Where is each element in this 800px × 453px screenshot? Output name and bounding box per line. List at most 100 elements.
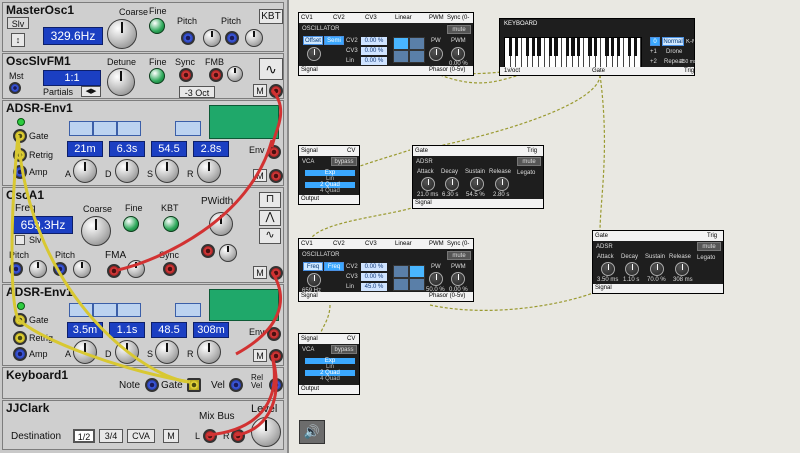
black-key[interactable] [576,38,581,56]
output-jack[interactable] [269,266,283,280]
mute-button[interactable]: mute [697,242,721,251]
detune-knob[interactable] [107,68,135,96]
cv-input[interactable]: CV [347,146,355,156]
freq-mode-button[interactable]: Freq [324,262,344,271]
black-key[interactable] [548,38,553,56]
attack-knob[interactable] [73,159,97,183]
octave-button[interactable]: -3 Oct [179,86,215,98]
repeat-time[interactable]: 250 ms [680,59,696,65]
pitch-knob-2[interactable] [245,29,263,47]
black-key[interactable] [554,38,558,56]
gate-input-jack[interactable] [13,313,27,327]
release-shape-button[interactable] [117,303,141,317]
black-key[interactable] [531,38,536,56]
left-input-jack[interactable] [203,429,217,443]
pitch-input-jack-1[interactable] [181,31,195,45]
output-jack[interactable] [269,349,283,363]
pwm-input[interactable]: PWM [429,239,444,249]
preset-label[interactable]: K-Mix A... [686,39,694,45]
sustain-knob[interactable] [470,177,484,191]
piano-keys[interactable] [504,37,642,69]
square-wave-button[interactable] [409,37,425,50]
sine-wave-button[interactable]: ∿ [259,228,281,244]
black-key[interactable] [605,38,609,56]
cv3-input[interactable]: CV3 [365,13,377,23]
env-mode-button[interactable] [175,121,201,136]
curve-4quad[interactable]: 4 Quad [305,188,355,194]
amp-input-jack[interactable] [13,347,27,361]
fine-knob[interactable] [149,68,165,84]
level-knob[interactable] [251,417,281,447]
lin-value[interactable]: 0.00 % [361,57,387,65]
pitch-input-jack-1[interactable] [9,262,23,276]
attack-knob[interactable] [421,177,435,191]
master-input-jack[interactable] [9,82,21,94]
octave-plus2-button[interactable]: +2 [650,59,657,65]
square-wave-button[interactable] [409,265,425,278]
gate-input[interactable]: Gate [595,231,608,241]
cv2-value[interactable]: 0.00 % [361,37,387,45]
coarse-knob[interactable] [107,19,137,49]
signal-input[interactable]: Signal [301,146,318,156]
black-key[interactable] [633,38,638,56]
vca-curve-list[interactable]: Exp Lin 2 Quad 4 Quad [305,170,355,194]
pw-knob[interactable] [429,47,443,61]
trig-input[interactable]: Trig [707,231,717,241]
sync-input-jack[interactable] [179,68,193,82]
pitch-input-jack-2[interactable] [53,262,67,276]
trig-input[interactable]: Trig [527,146,537,156]
triangle-wave-button[interactable] [393,50,409,63]
destination-option-1-2[interactable]: 1/2 [73,429,95,443]
cv2-value[interactable]: 0.00 % [361,263,387,271]
fmb-input-jack[interactable] [209,68,223,82]
triangle-wave-button[interactable]: ⋀ [259,210,281,226]
normal-mode-button[interactable]: Normal [662,37,684,46]
output-jack[interactable] [269,84,283,98]
lin-value[interactable]: 45.0 % [361,283,387,291]
curve-4quad[interactable]: 4 Quad [305,376,355,382]
env-output-jack[interactable] [267,145,281,159]
pwm-knob[interactable] [451,272,465,286]
signal-output[interactable]: Signal [301,292,318,301]
destination-option-cva[interactable]: CVA [127,429,155,443]
env-mode-button[interactable] [175,303,201,317]
release-knob[interactable] [197,159,221,183]
decay-knob[interactable] [625,262,639,276]
cv3-value[interactable]: 0.00 % [361,273,387,281]
black-key[interactable] [588,38,592,56]
mute-button[interactable]: mute [517,157,541,166]
release-knob[interactable] [197,340,221,364]
fine-knob[interactable] [123,216,139,232]
freq-button[interactable]: Freq [303,262,323,271]
sustain-knob[interactable] [650,262,664,276]
pwm-input[interactable]: PWM [429,13,444,23]
bypass-button[interactable]: bypass [331,157,357,166]
mute-button[interactable]: M [253,84,267,97]
sine-wave-button[interactable] [409,50,425,63]
release-shape-button[interactable] [117,121,141,136]
sync-input-jack[interactable] [163,262,177,276]
sine-wave-button[interactable] [409,278,425,291]
offset-button[interactable]: Offset [303,36,323,45]
fma-input-jack[interactable] [107,264,121,278]
partials-stepper[interactable]: ◀▶ [81,86,101,97]
release-knob[interactable] [495,177,509,191]
mute-button[interactable]: mute [447,25,471,34]
slave-button[interactable]: ↕ [11,33,25,47]
output-jack[interactable]: Output [301,195,319,204]
mute-button[interactable]: M [163,429,179,443]
output-jack[interactable]: Output [301,385,319,394]
square-wave-button[interactable]: ⊓ [259,192,281,208]
release-knob[interactable] [675,262,689,276]
attack-knob[interactable] [73,340,97,364]
saw-wave-button[interactable] [393,265,409,278]
right-input-jack[interactable] [231,429,245,443]
bypass-button[interactable]: bypass [331,345,357,354]
decay-shape-button[interactable] [93,121,117,136]
cv1-input[interactable]: CV1 [301,13,313,23]
amp-input-jack[interactable] [13,165,27,179]
note-output-jack[interactable] [145,378,159,392]
black-key[interactable] [571,38,575,56]
signal-output[interactable]: Signal [301,66,318,75]
black-key[interactable] [616,38,621,56]
